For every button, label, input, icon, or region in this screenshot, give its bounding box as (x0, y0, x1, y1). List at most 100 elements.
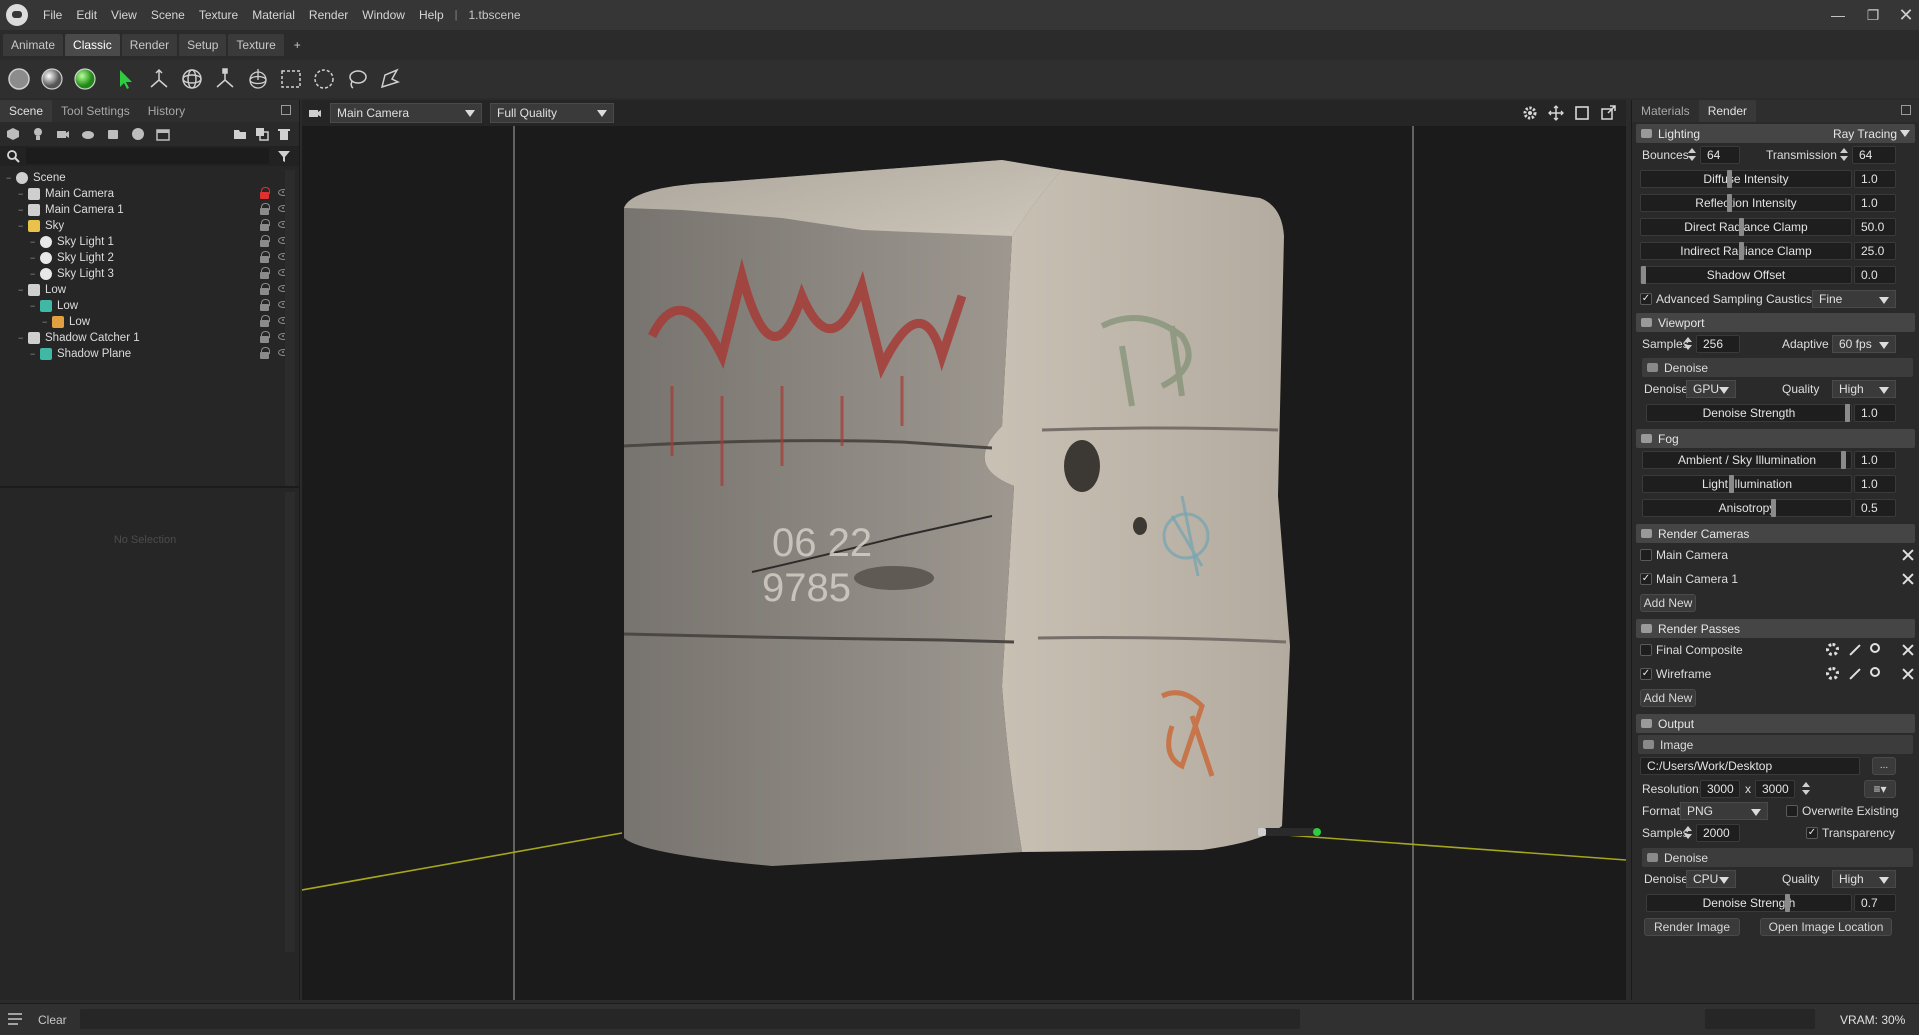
tree-item[interactable]: − Sky Light 2 (0, 250, 299, 266)
render-passes-header[interactable]: Render Passes (1636, 619, 1915, 638)
lock-icon[interactable] (260, 219, 270, 231)
clear-log-button[interactable]: Clear (38, 1013, 67, 1027)
fog-section-header[interactable]: Fog (1636, 429, 1915, 448)
close-icon[interactable]: ✕ (1888, 0, 1919, 30)
scene-search-input[interactable] (26, 148, 269, 164)
strength-value[interactable]: 1.0 (1854, 404, 1896, 422)
browse-button[interactable]: ... (1872, 757, 1896, 775)
tab-animate[interactable]: Animate (3, 34, 64, 56)
camera-dropdown[interactable]: Main Camera (330, 103, 482, 123)
tab-tool-settings[interactable]: Tool Settings (52, 100, 139, 122)
minimize-icon[interactable]: — (1820, 0, 1856, 30)
format-dropdown[interactable]: PNG (1680, 802, 1768, 820)
denoise-device-dropdown[interactable]: GPU (1686, 380, 1736, 398)
render-camera-checkbox[interactable] (1640, 549, 1652, 561)
viewport-samples-input[interactable]: 256 (1696, 335, 1740, 353)
bounces-spinner[interactable] (1688, 148, 1696, 162)
folder-icon[interactable] (233, 127, 247, 141)
open-image-location-button[interactable]: Open Image Location (1760, 918, 1892, 936)
image-subsection-header[interactable]: Image (1638, 735, 1913, 754)
tree-item[interactable]: − Low (0, 298, 299, 314)
quality-dropdown[interactable]: Full Quality (490, 103, 614, 123)
lock-icon[interactable] (260, 331, 270, 343)
tree-expander-icon[interactable]: − (30, 253, 40, 263)
aniso-value[interactable]: 0.5 (1854, 499, 1896, 517)
pass-edit-pencil-icon[interactable] (1849, 668, 1861, 680)
menu-render[interactable]: Render (302, 8, 355, 22)
lock-icon[interactable] (260, 347, 270, 359)
add-group-icon[interactable] (106, 127, 120, 141)
remove-camera-icon[interactable] (1902, 573, 1914, 585)
tree-item[interactable]: − Main Camera (0, 186, 299, 202)
slider-knob[interactable] (1739, 218, 1744, 236)
lock-icon[interactable] (260, 299, 270, 311)
adaptive-dropdown[interactable]: 60 fps (1832, 335, 1896, 353)
tree-expander-icon[interactable]: − (18, 221, 28, 231)
rotate-gizmo-icon[interactable] (179, 66, 205, 92)
tab-history[interactable]: History (139, 100, 194, 122)
lock-icon[interactable] (260, 267, 270, 279)
diffuse-intensity-slider[interactable]: Diffuse Intensity (1640, 170, 1852, 188)
settings-gear-icon[interactable] (1522, 105, 1538, 121)
tree-item[interactable]: − Low (0, 314, 299, 330)
lighting-section-header[interactable]: Lighting Ray Tracing (1636, 124, 1915, 143)
select-arrow-icon[interactable] (113, 66, 139, 92)
add-animation-icon[interactable] (156, 127, 170, 141)
light-illumination-slider[interactable]: Light Illumination (1642, 475, 1852, 493)
delete-icon[interactable] (277, 127, 291, 141)
shading-glossy-icon[interactable] (39, 66, 65, 92)
reflection-value[interactable]: 1.0 (1854, 194, 1896, 212)
tree-item[interactable]: − Main Camera 1 (0, 202, 299, 218)
universal-gizmo-icon[interactable] (245, 66, 271, 92)
slider-knob[interactable] (1727, 170, 1732, 188)
slider-knob[interactable] (1785, 894, 1790, 912)
polygon-select-icon[interactable] (377, 66, 403, 92)
menu-file[interactable]: File (36, 8, 69, 22)
render-cameras-header[interactable]: Render Cameras (1636, 524, 1915, 543)
viewport-section-header[interactable]: Viewport (1636, 313, 1915, 332)
lock-icon[interactable] (260, 203, 270, 215)
output-strength-value[interactable]: 0.7 (1854, 894, 1896, 912)
tree-item[interactable]: − Low (0, 282, 299, 298)
popout-icon[interactable] (1901, 105, 1911, 115)
tab-classic[interactable]: Classic (65, 34, 120, 56)
tab-setup[interactable]: Setup (179, 34, 227, 56)
menu-window[interactable]: Window (355, 8, 412, 22)
restore-icon[interactable]: ❐ (1855, 0, 1891, 30)
popout-icon[interactable] (281, 105, 291, 115)
resolution-width-input[interactable]: 3000 (1700, 780, 1740, 798)
tree-scrollbar[interactable] (285, 170, 295, 486)
tree-item[interactable]: − Sky Light 3 (0, 266, 299, 282)
log-list-icon[interactable] (8, 1013, 22, 1025)
denoise-quality-dropdown[interactable]: High (1832, 380, 1896, 398)
pass-settings-gear-icon[interactable] (1826, 643, 1839, 656)
lock-icon[interactable] (260, 187, 270, 199)
move-view-icon[interactable] (1548, 105, 1564, 121)
circle-select-icon[interactable] (311, 66, 337, 92)
lock-icon[interactable] (260, 283, 270, 295)
move-gizmo-icon[interactable] (146, 66, 172, 92)
slider-knob[interactable] (1771, 499, 1776, 517)
tab-scene[interactable]: Scene (0, 100, 53, 122)
output-denoise-device-dropdown[interactable]: CPU (1686, 870, 1736, 888)
output-section-header[interactable]: Output (1636, 714, 1915, 733)
denoise-strength-slider[interactable]: Denoise Strength (1646, 404, 1852, 422)
resolution-height-input[interactable]: 3000 (1755, 780, 1795, 798)
tree-expander-icon[interactable]: − (6, 173, 16, 183)
pass-preview-search-icon[interactable] (1870, 667, 1880, 677)
output-quality-dropdown[interactable]: High (1832, 870, 1896, 888)
transmission-spinner[interactable] (1840, 148, 1848, 162)
output-denoise-header[interactable]: Denoise (1642, 848, 1913, 867)
lasso-select-icon[interactable] (344, 66, 370, 92)
slider-knob[interactable] (1729, 475, 1734, 493)
add-mesh-icon[interactable] (6, 127, 20, 141)
tree-item[interactable]: − Sky (0, 218, 299, 234)
resolution-spinner[interactable] (1802, 782, 1810, 796)
tree-expander-icon[interactable]: − (42, 317, 52, 327)
menu-material[interactable]: Material (245, 8, 302, 22)
scale-gizmo-icon[interactable] (212, 66, 238, 92)
tree-expander-icon[interactable]: − (30, 237, 40, 247)
pass-settings-gear-icon[interactable] (1826, 667, 1839, 680)
ambient-sky-slider[interactable]: Ambient / Sky Illumination (1642, 451, 1852, 469)
tree-item[interactable]: − Scene (0, 170, 299, 186)
